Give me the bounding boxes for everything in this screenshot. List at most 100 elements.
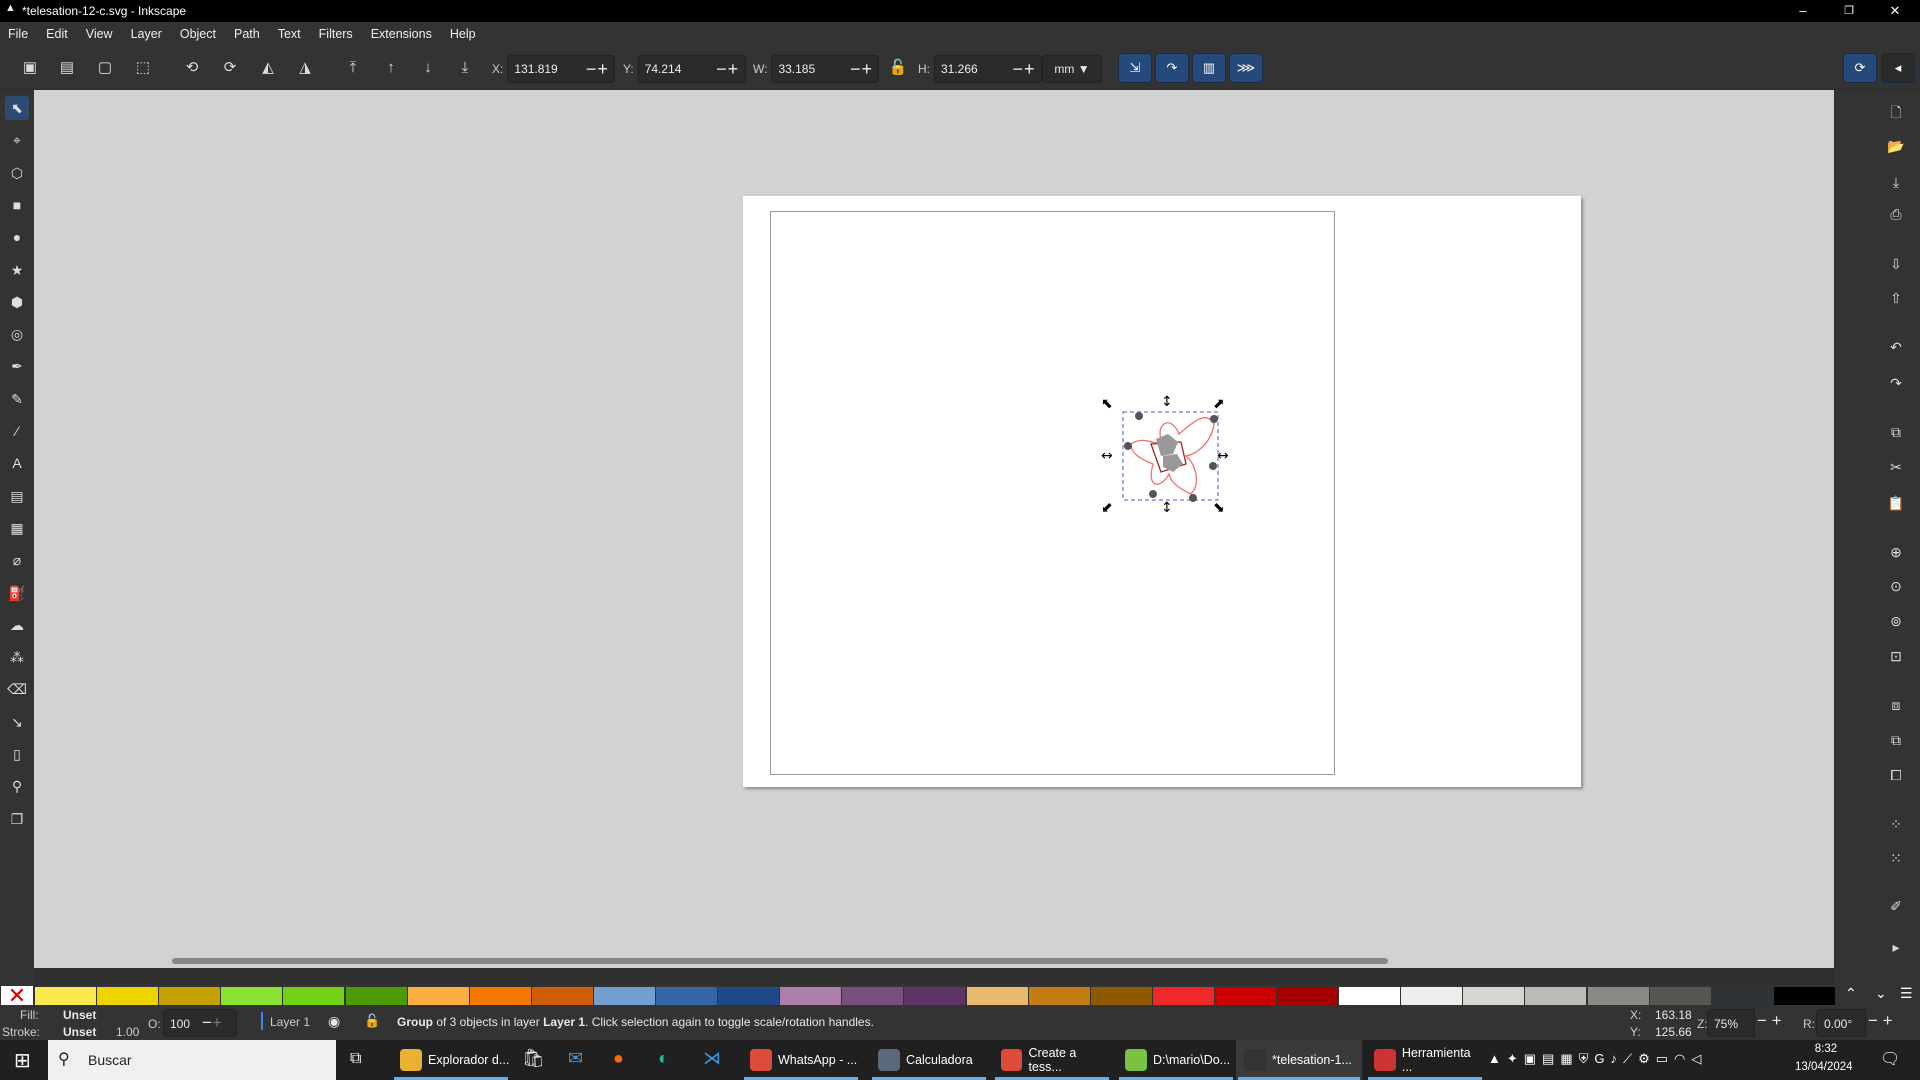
save-icon[interactable]: ⤓ xyxy=(1884,170,1908,194)
taskbar-item[interactable]: Calculadora xyxy=(870,1040,988,1080)
no-paint-icon[interactable]: ✕ xyxy=(1,985,33,1007)
rotate-ccw-icon[interactable]: ⟲ xyxy=(182,58,202,78)
new-document-icon[interactable]: 🗋 xyxy=(1884,100,1908,124)
color-swatch[interactable] xyxy=(780,987,843,1005)
shape-builder-icon[interactable]: ⬡ xyxy=(5,161,29,185)
notifications-icon[interactable]: 🗨 xyxy=(1880,1049,1900,1069)
color-swatch[interactable] xyxy=(1090,987,1153,1005)
y-stepper[interactable]: −+ xyxy=(711,59,745,80)
ungroup-icon[interactable]: ⁙ xyxy=(1884,846,1908,870)
zoom-icon[interactable]: ⚲ xyxy=(5,774,29,798)
color-swatch[interactable] xyxy=(1773,987,1836,1005)
h-stepper[interactable]: −+ xyxy=(1007,59,1041,80)
taskbar-item[interactable]: D:\mario\Do... xyxy=(1117,1040,1235,1080)
scale-corners-icon[interactable]: ↷ xyxy=(1155,53,1189,83)
gradient-icon[interactable]: ▤ xyxy=(5,484,29,508)
scale-stroke-icon[interactable]: ⇲ xyxy=(1118,53,1152,83)
select-all-icon[interactable]: ▣ xyxy=(20,58,40,78)
palette-menu-icon[interactable]: ☰ xyxy=(1900,985,1913,1002)
horizontal-scrollbar[interactable] xyxy=(172,958,1388,964)
undo-icon[interactable]: ↶ xyxy=(1884,335,1908,359)
ms-store-icon[interactable]: 🛍 xyxy=(522,1048,545,1069)
menu-edit[interactable]: Edit xyxy=(46,27,68,41)
paste-icon[interactable]: 📋 xyxy=(1884,491,1908,515)
color-swatch[interactable] xyxy=(1277,987,1340,1005)
color-swatch[interactable] xyxy=(283,987,346,1005)
zoom-drawing-icon[interactable]: ⊙ xyxy=(1884,574,1908,598)
clock-time[interactable]: 8:32 xyxy=(1803,1043,1849,1055)
calligraphy-icon[interactable]: ⁄ xyxy=(5,419,29,443)
selected-group[interactable]: ⬉ ↕ ⬈ ↔ ↔ ⬋ ↕ ⬊ xyxy=(1101,394,1231,514)
color-swatch[interactable] xyxy=(345,987,408,1005)
clock-date[interactable]: 13/04/2024 xyxy=(1795,1061,1853,1073)
group-icon[interactable]: ⁘ xyxy=(1884,812,1908,836)
w-input[interactable]: 33.185 xyxy=(772,62,844,76)
vscode-icon[interactable]: ⋊ xyxy=(703,1048,721,1069)
text-icon[interactable]: A xyxy=(5,451,29,475)
xml-editor-icon[interactable]: ✐ xyxy=(1884,894,1908,918)
menu-object[interactable]: Object xyxy=(180,27,216,41)
clone-icon[interactable]: ⧉ xyxy=(1884,728,1908,752)
color-swatch[interactable] xyxy=(1214,987,1277,1005)
lower-icon[interactable]: ↓ xyxy=(418,58,438,78)
color-swatch[interactable] xyxy=(469,987,532,1005)
opacity-input[interactable]: 100 xyxy=(170,1017,190,1031)
color-swatch[interactable] xyxy=(1339,987,1402,1005)
duplicate-icon[interactable]: ⧈ xyxy=(1884,693,1908,717)
menu-filters[interactable]: Filters xyxy=(319,27,353,41)
color-swatch[interactable] xyxy=(35,987,98,1005)
menu-layer[interactable]: Layer xyxy=(131,27,162,41)
export-icon[interactable]: ⇧ xyxy=(1884,286,1908,310)
mail-icon[interactable]: ✉ xyxy=(568,1048,583,1069)
spray-icon[interactable]: ⁂ xyxy=(5,645,29,669)
measure-icon[interactable]: ▯ xyxy=(5,742,29,766)
task-view-icon[interactable]: ⧉ xyxy=(350,1050,361,1068)
taskbar-item[interactable]: Herramienta ... xyxy=(1366,1040,1484,1080)
palette-scroll-up-icon[interactable]: ⌃ xyxy=(1845,985,1857,1002)
edge-icon[interactable]: ◐ xyxy=(658,1048,669,1069)
maximize-button[interactable]: ❐ xyxy=(1826,0,1872,22)
color-swatch[interactable] xyxy=(531,987,594,1005)
mesh-icon[interactable]: ▦ xyxy=(5,516,29,540)
move-gradients-icon[interactable]: ▥ xyxy=(1192,53,1226,83)
select-same-icon[interactable]: ⬚ xyxy=(133,58,153,78)
pencil-icon[interactable]: ✎ xyxy=(5,387,29,411)
spiral-icon[interactable]: ◎ xyxy=(5,322,29,346)
opacity-stepper[interactable]: −+ xyxy=(202,1013,222,1033)
color-swatch[interactable] xyxy=(966,987,1029,1005)
paint-bucket-icon[interactable]: ⛽ xyxy=(5,581,29,605)
color-swatch[interactable] xyxy=(904,987,967,1005)
menu-help[interactable]: Help xyxy=(450,27,476,41)
rectangle-icon[interactable]: ■ xyxy=(5,193,29,217)
eraser-icon[interactable]: ⌫ xyxy=(5,677,29,701)
layer-lock-icon[interactable]: 🔓 xyxy=(364,1013,380,1029)
x-input[interactable]: 131.819 xyxy=(508,62,580,76)
taskbar-item[interactable]: WhatsApp - ... xyxy=(742,1040,860,1080)
zoom-page-width-icon[interactable]: ⊡ xyxy=(1884,644,1908,668)
redo-icon[interactable]: ↷ xyxy=(1884,371,1908,395)
x-stepper[interactable]: −+ xyxy=(580,59,614,80)
color-swatch[interactable] xyxy=(1587,987,1650,1005)
zoom-input[interactable]: 75% xyxy=(1714,1017,1738,1031)
node-icon[interactable]: ⌖ xyxy=(5,128,29,152)
open-icon[interactable]: 📂 xyxy=(1884,134,1908,158)
firefox-icon[interactable]: ● xyxy=(613,1048,624,1069)
zoom-stepper[interactable]: − + xyxy=(1757,1011,1782,1031)
y-input[interactable]: 74.214 xyxy=(639,62,711,76)
color-swatch[interactable] xyxy=(221,987,284,1005)
stroke-width[interactable]: 1.00 xyxy=(116,1025,139,1039)
fill-value[interactable]: Unset xyxy=(63,1008,96,1022)
menu-path[interactable]: Path xyxy=(234,27,260,41)
connector-icon[interactable]: ↘ xyxy=(5,710,29,734)
color-swatch[interactable] xyxy=(97,987,160,1005)
color-swatch[interactable] xyxy=(159,987,222,1005)
pen-icon[interactable]: ✒ xyxy=(5,354,29,378)
color-swatch[interactable] xyxy=(842,987,905,1005)
zoom-page-icon[interactable]: ⊚ xyxy=(1884,609,1908,633)
zoom-selection-icon[interactable]: ⊕ xyxy=(1884,540,1908,564)
selector-icon[interactable]: ⬉ xyxy=(5,96,29,120)
menu-extensions[interactable]: Extensions xyxy=(371,27,432,41)
lower-to-bottom-icon[interactable]: ⤓ xyxy=(455,58,475,78)
rotation-input[interactable]: 0.00° xyxy=(1824,1017,1852,1031)
layer-visibility-icon[interactable]: ◉ xyxy=(328,1013,340,1030)
